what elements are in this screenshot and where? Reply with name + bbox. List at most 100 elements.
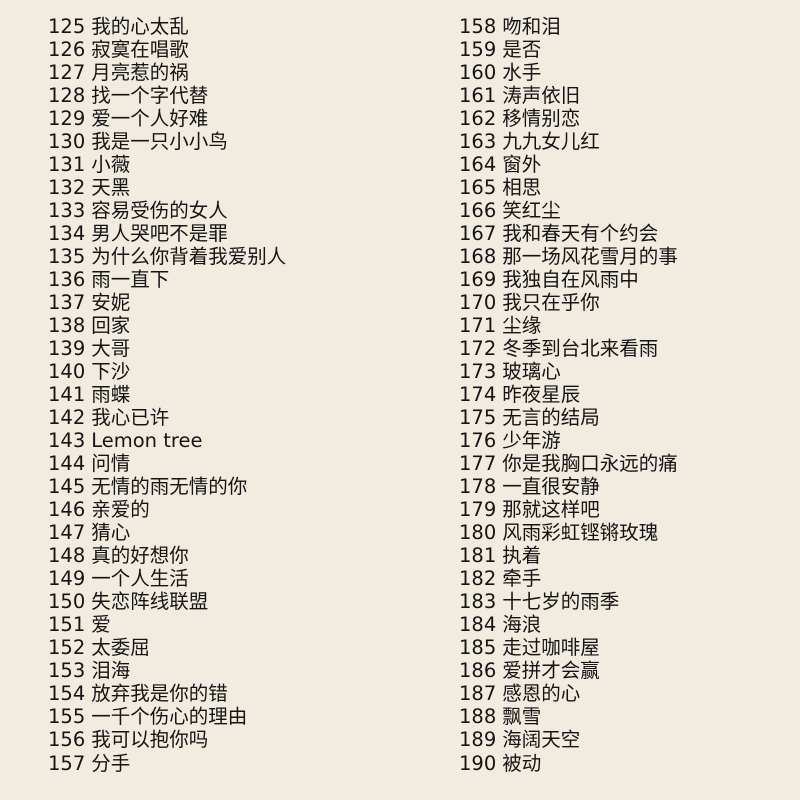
song-number: 146 [48, 498, 86, 522]
song-list-item: 141 雨蝶 [48, 383, 286, 406]
song-title: 涛声依旧 [502, 84, 581, 108]
song-list-item: 187 感恩的心 [459, 682, 678, 705]
song-title: 你是我胸口永远的痛 [502, 452, 678, 476]
song-number: 167 [459, 222, 497, 246]
song-list-item: 186 爱拼才会赢 [459, 659, 678, 682]
song-title: 那一场风花雪月的事 [502, 245, 678, 269]
song-list-item: 128 找一个字代替 [48, 84, 286, 107]
song-list-item: 140 下沙 [48, 360, 286, 383]
song-title: 玻璃心 [502, 360, 561, 384]
song-title: 十七岁的雨季 [502, 590, 620, 614]
song-title: 爱一个人好难 [91, 107, 209, 131]
song-number: 176 [459, 429, 497, 453]
song-list-item: 179 那就这样吧 [459, 498, 678, 521]
song-list-item: 159 是否 [459, 38, 678, 61]
song-list-item: 127 月亮惹的祸 [48, 61, 286, 84]
song-list-item: 166 笑红尘 [459, 199, 678, 222]
song-list-item: 183 十七岁的雨季 [459, 590, 678, 613]
song-number: 142 [48, 406, 86, 430]
song-title: 我可以抱你吗 [91, 728, 209, 752]
song-title: 问情 [91, 452, 131, 476]
song-title: 太委屈 [91, 636, 150, 660]
song-title: 猜心 [91, 521, 131, 545]
song-title: 我是一只小小鸟 [91, 130, 228, 154]
song-list-item: 168 那一场风花雪月的事 [459, 245, 678, 268]
song-title: 我独自在风雨中 [502, 268, 639, 292]
song-number: 173 [459, 360, 497, 384]
song-list-item: 144 问情 [48, 452, 286, 475]
song-title: 大哥 [91, 337, 131, 361]
song-title: 回家 [91, 314, 131, 338]
song-number: 152 [48, 636, 86, 660]
song-list-item: 138 回家 [48, 314, 286, 337]
song-title: 月亮惹的祸 [91, 61, 189, 85]
song-list-item: 164 窗外 [459, 153, 678, 176]
song-number: 130 [48, 130, 86, 154]
song-title: 找一个字代替 [91, 84, 209, 108]
song-title: 冬季到台北来看雨 [502, 337, 659, 361]
song-number: 189 [459, 728, 497, 752]
song-list-item: 133 容易受伤的女人 [48, 199, 286, 222]
song-number: 181 [459, 544, 497, 568]
song-title: 窗外 [502, 153, 542, 177]
song-number: 163 [459, 130, 497, 154]
song-number: 151 [48, 613, 86, 637]
song-list-item: 167 我和春天有个约会 [459, 222, 678, 245]
song-title: 海阔天空 [502, 728, 581, 752]
song-number: 159 [459, 38, 497, 62]
song-number: 187 [459, 682, 497, 706]
song-number: 155 [48, 705, 86, 729]
song-title: 安妮 [91, 291, 131, 315]
song-number: 141 [48, 383, 86, 407]
song-title: 亲爱的 [91, 498, 150, 522]
song-list-item: 158 吻和泪 [459, 15, 678, 38]
song-title: 尘缘 [502, 314, 542, 338]
song-list-item: 146 亲爱的 [48, 498, 286, 521]
song-list-item: 155 一千个伤心的理由 [48, 705, 286, 728]
song-title: 男人哭吧不是罪 [91, 222, 228, 246]
song-list-item: 177 你是我胸口永远的痛 [459, 452, 678, 475]
song-title: 飘雪 [502, 705, 542, 729]
song-title: 一个人生活 [91, 567, 189, 591]
song-number: 170 [459, 291, 497, 315]
song-number: 171 [459, 314, 497, 338]
song-list-item: 190 被动 [459, 752, 678, 775]
song-number: 147 [48, 521, 86, 545]
song-title: 海浪 [502, 613, 542, 637]
song-title: 风雨彩虹铿锵玫瑰 [502, 521, 659, 545]
song-number: 168 [459, 245, 497, 269]
song-number: 140 [48, 360, 86, 384]
song-title: 爱 [91, 613, 111, 637]
song-list-item: 173 玻璃心 [459, 360, 678, 383]
song-number: 131 [48, 153, 86, 177]
song-title: 一千个伤心的理由 [91, 705, 248, 729]
song-number: 185 [459, 636, 497, 660]
song-number: 148 [48, 544, 86, 568]
song-list-item: 180 风雨彩虹铿锵玫瑰 [459, 521, 678, 544]
song-title: 是否 [502, 38, 542, 62]
song-title: 我的心太乱 [91, 15, 189, 38]
song-list-item: 147 猜心 [48, 521, 286, 544]
song-list-item: 132 天黑 [48, 176, 286, 199]
song-number: 135 [48, 245, 86, 269]
song-number: 165 [459, 176, 497, 200]
song-number: 162 [459, 107, 497, 131]
song-list-item: 188 飘雪 [459, 705, 678, 728]
song-number: 182 [459, 567, 497, 591]
song-number: 160 [459, 61, 497, 85]
song-list-item: 163 九九女儿红 [459, 130, 678, 153]
song-list-item: 125 我的心太乱 [48, 15, 286, 38]
song-list-item: 162 移情别恋 [459, 107, 678, 130]
song-number: 169 [459, 268, 497, 292]
song-title: Lemon tree [91, 429, 203, 453]
song-number: 129 [48, 107, 86, 131]
song-list-item: 149 一个人生活 [48, 567, 286, 590]
song-title: 执着 [502, 544, 542, 568]
song-list-item: 178 一直很安静 [459, 475, 678, 498]
song-list-item: 143 Lemon tree [48, 429, 286, 452]
song-number: 149 [48, 567, 86, 591]
song-title: 下沙 [91, 360, 131, 384]
song-title: 爱拼才会赢 [502, 659, 600, 683]
song-title: 泪海 [91, 659, 131, 683]
song-list-item: 175 无言的结局 [459, 406, 678, 429]
